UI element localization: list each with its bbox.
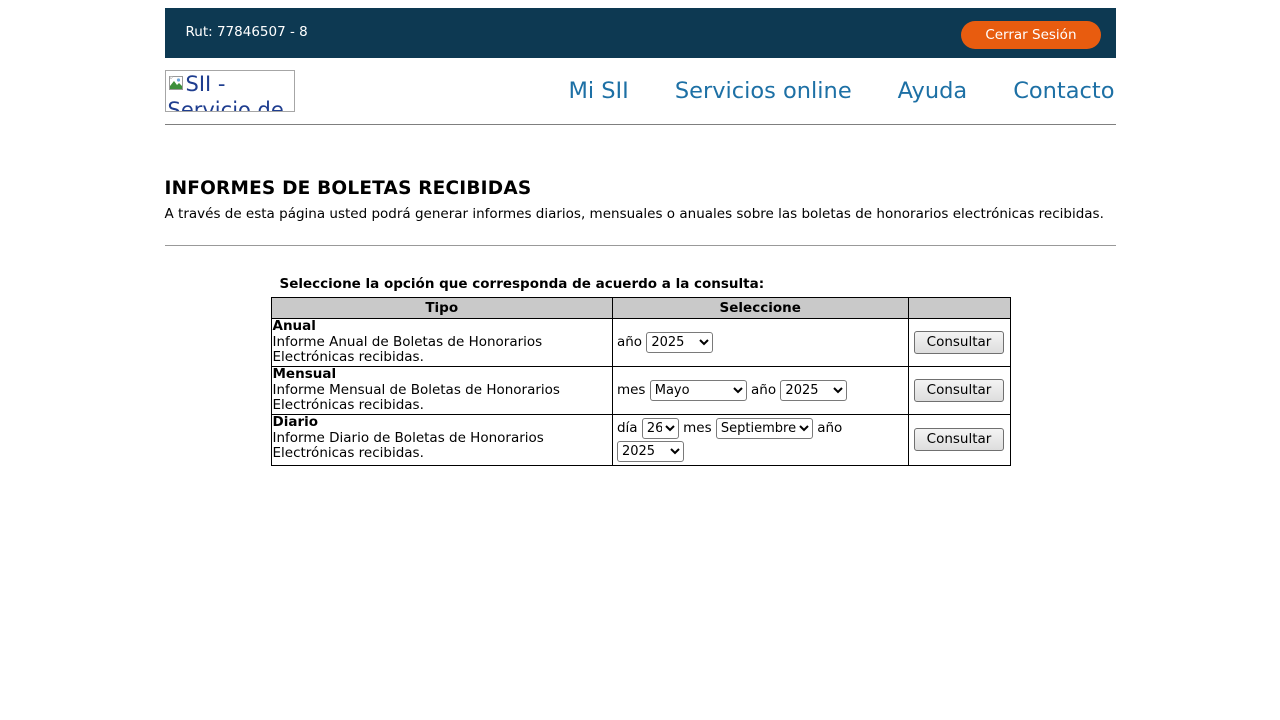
broken-image-icon	[168, 71, 185, 86]
diario-consultar-button[interactable]: Consultar	[914, 428, 1005, 451]
row-description: Informe Diario de Boletas de Honorarios …	[273, 431, 609, 462]
content-divider	[165, 245, 1116, 246]
nav-item-contacto[interactable]: Contacto	[1013, 78, 1114, 104]
year-label: año	[617, 334, 642, 350]
row-type-label: Mensual	[273, 367, 609, 383]
mensual-year-select[interactable]: 2025	[780, 380, 847, 401]
row-description: Informe Mensual de Boletas de Honorarios…	[273, 383, 609, 414]
consult-prompt: Seleccione la opción que corresponda de …	[280, 276, 1116, 292]
table-header-row: Tipo Seleccione	[271, 298, 1010, 319]
month-label: mes	[683, 420, 712, 436]
year-label: año	[751, 382, 776, 398]
anual-select-cell: año 2025	[612, 319, 908, 367]
header-divider	[165, 124, 1116, 125]
logo-broken-image[interactable]: SII - Servicio de	[165, 70, 295, 112]
mensual-select-cell: mes Mayo año 2025	[612, 366, 908, 414]
column-header-seleccione: Seleccione	[612, 298, 908, 319]
month-label: mes	[617, 382, 646, 398]
anual-year-select[interactable]: 2025	[646, 332, 713, 353]
diario-month-select[interactable]: Septiembre	[716, 418, 813, 439]
page-container: Rut: 77846507 - 8 Cerrar Sesión SII - Se…	[165, 8, 1116, 466]
diario-tipo-cell: Diario Informe Diario de Boletas de Hono…	[271, 414, 612, 465]
mensual-month-select[interactable]: Mayo	[650, 380, 747, 401]
consult-section: Seleccione la opción que corresponda de …	[271, 276, 1116, 466]
logout-button[interactable]: Cerrar Sesión	[961, 21, 1100, 49]
column-header-tipo: Tipo	[271, 298, 612, 319]
mensual-tipo-cell: Mensual Informe Mensual de Boletas de Ho…	[271, 366, 612, 414]
year-label: año	[817, 420, 842, 436]
column-header-action	[908, 298, 1010, 319]
page-subtitle: A través de esta página usted podrá gene…	[165, 206, 1116, 222]
page-title: INFORMES DE BOLETAS RECIBIDAS	[165, 178, 1116, 199]
title-block: INFORMES DE BOLETAS RECIBIDAS A través d…	[165, 178, 1116, 222]
mensual-action-cell: Consultar	[908, 366, 1010, 414]
nav-item-servicios-online[interactable]: Servicios online	[675, 78, 852, 104]
diario-select-cell: día 26 mes Septiembre año 2025	[612, 414, 908, 465]
nav-item-ayuda[interactable]: Ayuda	[898, 78, 968, 104]
day-label: día	[617, 420, 638, 436]
main-nav: Mi SII Servicios online Ayuda Contacto	[568, 78, 1115, 104]
diario-day-select[interactable]: 26	[642, 418, 679, 439]
diario-year-select[interactable]: 2025	[617, 441, 684, 462]
mensual-consultar-button[interactable]: Consultar	[914, 379, 1005, 402]
table-row-anual: Anual Informe Anual de Boletas de Honora…	[271, 319, 1010, 367]
table-row-diario: Diario Informe Diario de Boletas de Hono…	[271, 414, 1010, 465]
row-type-label: Diario	[273, 415, 609, 431]
anual-tipo-cell: Anual Informe Anual de Boletas de Honora…	[271, 319, 612, 367]
rut-label: Rut: 77846507 - 8	[186, 24, 308, 40]
top-bar: Rut: 77846507 - 8 Cerrar Sesión	[165, 8, 1116, 58]
anual-consultar-button[interactable]: Consultar	[914, 331, 1005, 354]
row-type-label: Anual	[273, 319, 609, 335]
row-description: Informe Anual de Boletas de Honorarios E…	[273, 335, 609, 366]
consult-table: Tipo Seleccione Anual Informe Anual de B…	[271, 297, 1011, 466]
anual-action-cell: Consultar	[908, 319, 1010, 367]
header-row: SII - Servicio de Mi SII Servicios onlin…	[165, 58, 1116, 124]
diario-action-cell: Consultar	[908, 414, 1010, 465]
logo-alt-text: SII - Servicio de	[168, 72, 284, 112]
table-row-mensual: Mensual Informe Mensual de Boletas de Ho…	[271, 366, 1010, 414]
nav-item-mi-sii[interactable]: Mi SII	[568, 78, 628, 104]
